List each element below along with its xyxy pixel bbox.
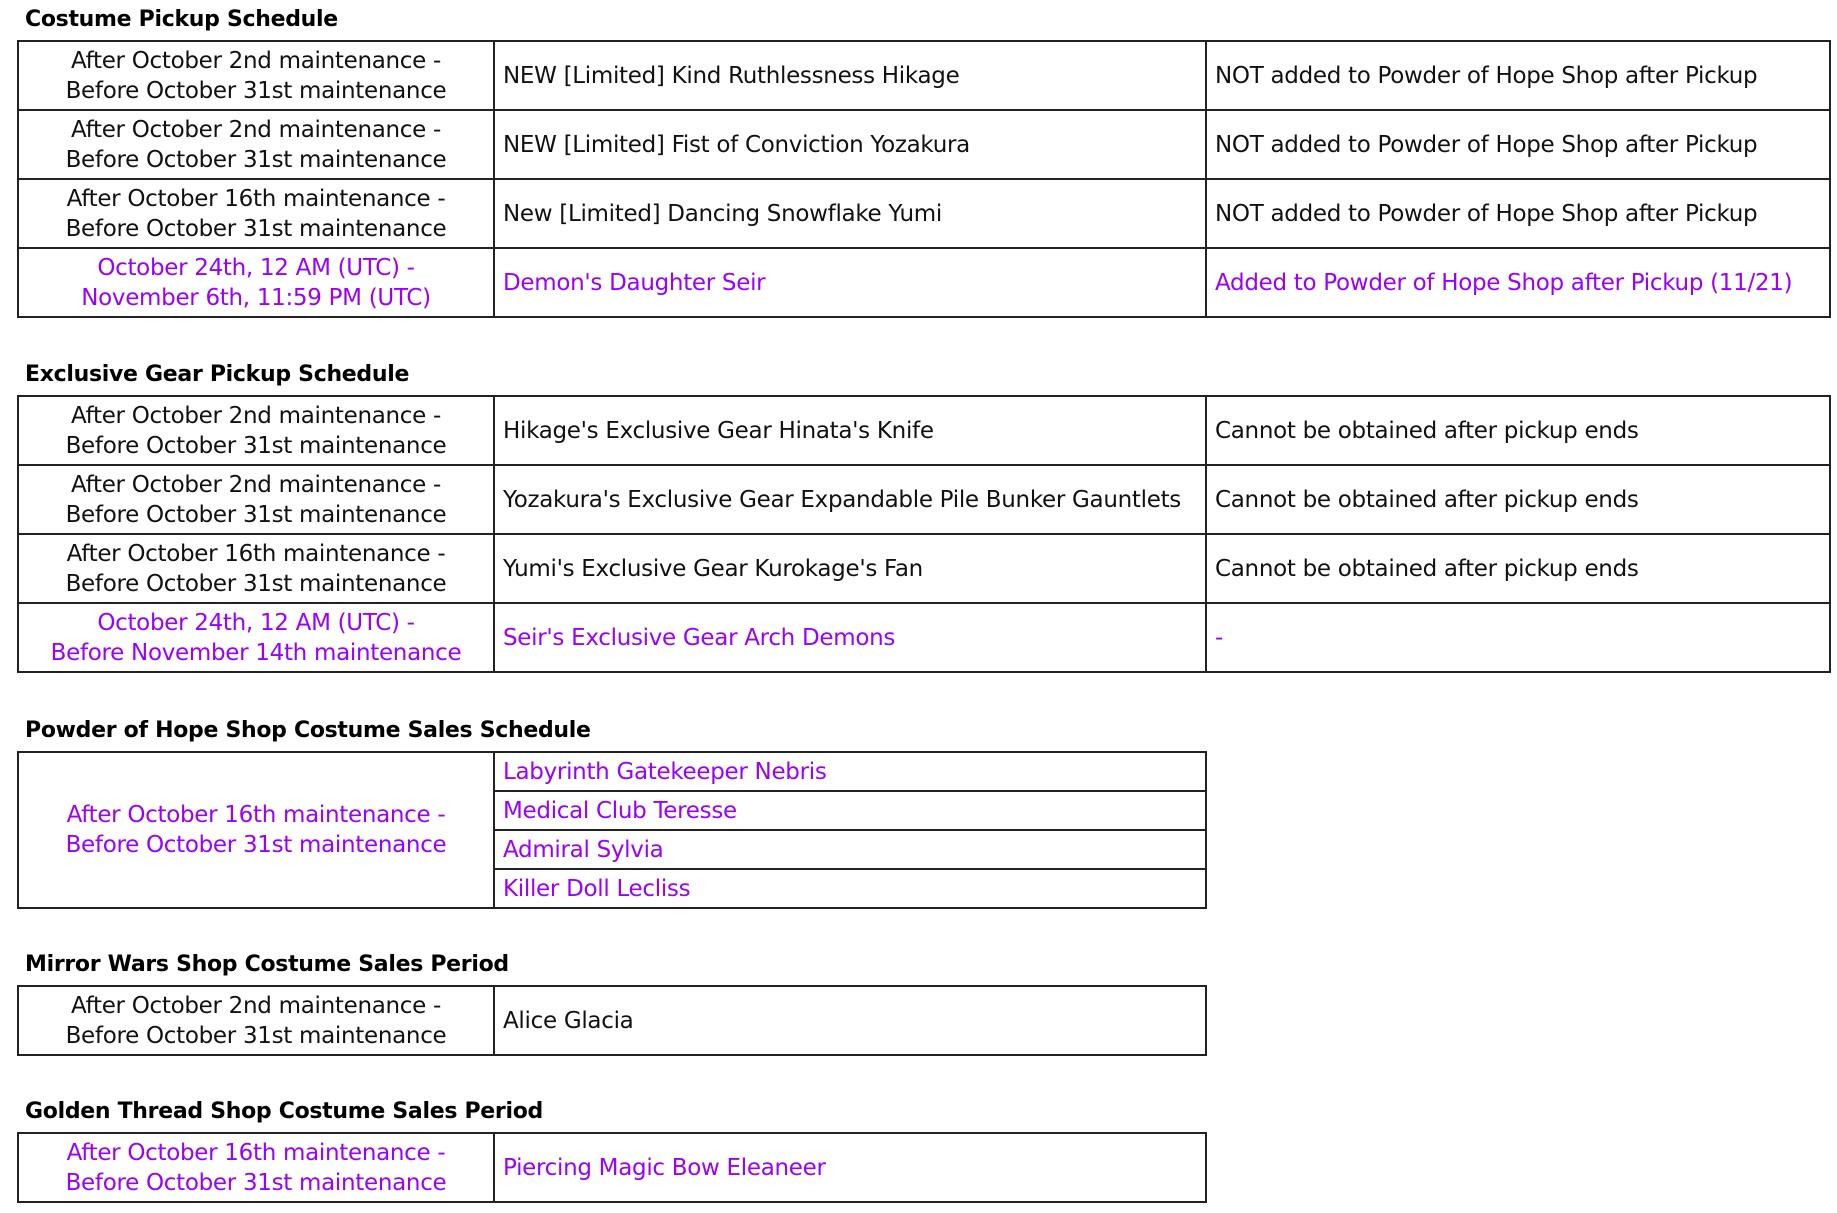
table-row: After October 16th maintenance - Before O… [17, 533, 1831, 604]
note-cell: NOT added to Powder of Hope Shop after P… [1205, 40, 1831, 111]
note-cell: Cannot be obtained after pickup ends [1205, 464, 1831, 535]
costume-item: Killer Doll Lecliss [493, 868, 1207, 909]
exclusive-gear-table: After October 2nd maintenance - Before Oc… [17, 395, 1831, 673]
golden-thread-section: Golden Thread Shop Costume Sales Period … [17, 1092, 1207, 1203]
table-row: After October 16th maintenance - Before O… [17, 751, 1207, 909]
costume-pickup-table: After October 2nd maintenance - Before Oc… [17, 40, 1831, 318]
mirror-wars-section: Mirror Wars Shop Costume Sales Period Af… [17, 945, 1207, 1056]
period-cell: After October 16th maintenance - Before O… [17, 178, 495, 249]
powder-shop-section: Powder of Hope Shop Costume Sales Schedu… [17, 711, 1207, 909]
table-row-highlighted: After October 16th maintenance - Before O… [17, 1132, 1207, 1203]
table-row: After October 2nd maintenance - Before Oc… [17, 985, 1207, 1056]
note-cell: Added to Powder of Hope Shop after Picku… [1205, 247, 1831, 318]
item-cell: Alice Glacia [493, 985, 1207, 1056]
note-cell: - [1205, 602, 1831, 673]
golden-thread-table: After October 16th maintenance - Before O… [17, 1132, 1207, 1203]
exclusive-gear-section: Exclusive Gear Pickup Schedule After Oct… [17, 355, 1831, 673]
period-cell: After October 2nd maintenance - Before Oc… [17, 464, 495, 535]
period-cell: After October 16th maintenance - Before O… [17, 533, 495, 604]
item-cell: NEW [Limited] Kind Ruthlessness Hikage [493, 40, 1207, 111]
item-cell: Seir's Exclusive Gear Arch Demons [493, 602, 1207, 673]
period-cell: October 24th, 12 AM (UTC) - Before Novemb… [17, 602, 495, 673]
item-cell: Demon's Daughter Seir [493, 247, 1207, 318]
costume-item: Admiral Sylvia [493, 829, 1207, 870]
section-title: Mirror Wars Shop Costume Sales Period [25, 952, 509, 977]
item-cell: New [Limited] Dancing Snowflake Yumi [493, 178, 1207, 249]
note-cell: NOT added to Powder of Hope Shop after P… [1205, 109, 1831, 180]
period-cell: October 24th, 12 AM (UTC) - November 6th,… [17, 247, 495, 318]
note-cell: NOT added to Powder of Hope Shop after P… [1205, 178, 1831, 249]
table-row: After October 2nd maintenance - Before Oc… [17, 395, 1831, 466]
powder-shop-table: After October 16th maintenance - Before O… [17, 751, 1207, 909]
table-row: After October 2nd maintenance - Before Oc… [17, 464, 1831, 535]
section-title: Costume Pickup Schedule [25, 7, 338, 32]
item-cell: Piercing Magic Bow Eleaneer [493, 1132, 1207, 1203]
item-cell: NEW [Limited] Fist of Conviction Yozakur… [493, 109, 1207, 180]
table-row: After October 16th maintenance - Before O… [17, 178, 1831, 249]
section-title: Powder of Hope Shop Costume Sales Schedu… [25, 718, 591, 743]
table-row-highlighted: October 24th, 12 AM (UTC) - Before Novemb… [17, 602, 1831, 673]
item-cell: Hikage's Exclusive Gear Hinata's Knife [493, 395, 1207, 466]
note-cell: Cannot be obtained after pickup ends [1205, 395, 1831, 466]
period-cell: After October 2nd maintenance - Before Oc… [17, 40, 495, 111]
period-cell: After October 16th maintenance - Before O… [17, 751, 495, 909]
item-cell: Yumi's Exclusive Gear Kurokage's Fan [493, 533, 1207, 604]
table-row: After October 2nd maintenance - Before Oc… [17, 109, 1831, 180]
note-cell: Cannot be obtained after pickup ends [1205, 533, 1831, 604]
table-row-highlighted: October 24th, 12 AM (UTC) - November 6th,… [17, 247, 1831, 318]
period-cell: After October 2nd maintenance - Before Oc… [17, 985, 495, 1056]
costume-item: Labyrinth Gatekeeper Nebris [493, 751, 1207, 792]
costume-pickup-section: Costume Pickup Schedule After October 2n… [17, 0, 1831, 318]
table-row: After October 2nd maintenance - Before Oc… [17, 40, 1831, 111]
period-cell: After October 16th maintenance - Before O… [17, 1132, 495, 1203]
period-cell: After October 2nd maintenance - Before Oc… [17, 109, 495, 180]
item-cell: Yozakura's Exclusive Gear Expandable Pil… [493, 464, 1207, 535]
section-title: Golden Thread Shop Costume Sales Period [25, 1099, 543, 1124]
costume-item: Medical Club Teresse [493, 790, 1207, 831]
period-cell: After October 2nd maintenance - Before Oc… [17, 395, 495, 466]
section-title: Exclusive Gear Pickup Schedule [25, 362, 410, 387]
mirror-wars-table: After October 2nd maintenance - Before Oc… [17, 985, 1207, 1056]
